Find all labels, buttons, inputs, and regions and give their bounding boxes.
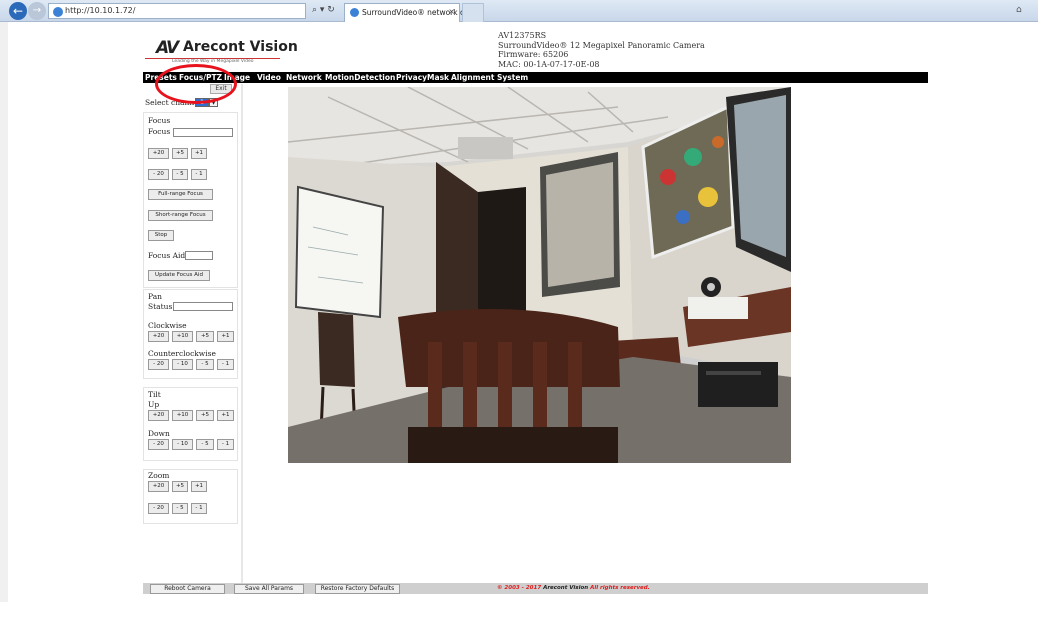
tagline: Leading the Way in Megapixel Video	[172, 59, 254, 64]
ie-icon	[53, 7, 63, 17]
browser-window: ← → http://10.10.1.72/ ⌕ ▾ ↻ SurroundVid…	[0, 0, 1038, 622]
tab-close-icon[interactable]: ×	[448, 7, 455, 16]
left-gutter	[0, 22, 8, 602]
focus-minus-20-button[interactable]: - 20	[148, 169, 169, 180]
focus-plus-1-button[interactable]: +1	[191, 148, 207, 159]
focus-plus-20-button[interactable]: +20	[148, 148, 169, 159]
camera-product: SurroundVideo® 12 Megapixel Panoramic Ca…	[498, 40, 705, 50]
zoom-minus-1-button[interactable]: - 1	[191, 503, 207, 514]
focus-group	[143, 112, 238, 288]
camera-info: AV12375RS SurroundVideo® 12 Megapixel Pa…	[498, 31, 705, 69]
copyright-text: © 2003 - 2017 Arecont Vision All rights …	[497, 585, 650, 591]
tilt-down-label: Down	[148, 429, 170, 438]
focus-input[interactable]	[173, 128, 233, 137]
zoom-minus-5-button[interactable]: - 5	[172, 503, 188, 514]
browser-tab[interactable]: SurroundVideo® network c... ×	[344, 3, 471, 22]
bottom-strip	[0, 602, 1038, 622]
focus-aid-label: Focus Aid:	[148, 251, 188, 260]
arecont-logo: AV Arecont Vision	[156, 36, 298, 58]
clockwise-label: Clockwise	[148, 321, 187, 330]
tab-favicon-icon	[350, 8, 359, 17]
zoom-title: Zoom	[148, 471, 170, 480]
home-icon[interactable]: ⌂	[1016, 5, 1026, 15]
zoom-plus-5-button[interactable]: +5	[172, 481, 188, 492]
menu-video[interactable]: Video	[257, 73, 281, 82]
camera-model: AV12375RS	[498, 31, 547, 40]
highlight-circle	[155, 64, 237, 104]
tilt-up-plus-1-button[interactable]: +1	[217, 410, 234, 421]
new-tab-button[interactable]	[462, 3, 484, 22]
focus-title: Focus	[148, 116, 171, 125]
back-arrow-icon[interactable]: ←	[9, 2, 27, 20]
pan-cw-plus-1-button[interactable]: +1	[217, 331, 234, 342]
tilt-down-minus-5-button[interactable]: - 5	[196, 439, 214, 450]
tilt-up-plus-10-button[interactable]: +10	[172, 410, 193, 421]
menu-system[interactable]: System	[497, 73, 528, 82]
tilt-down-minus-10-button[interactable]: - 10	[172, 439, 193, 450]
pan-title: Pan	[148, 292, 163, 301]
focus-field-label: Focus :	[148, 127, 176, 136]
short-range-focus-button[interactable]: Short-range Focus	[148, 210, 213, 221]
camera-scene-image	[288, 87, 791, 463]
zoom-minus-20-button[interactable]: - 20	[148, 503, 169, 514]
focus-plus-5-button[interactable]: +5	[172, 148, 188, 159]
camera-mac: MAC: 00-1A-07-17-0E-08	[498, 59, 600, 69]
pan-ccw-minus-1-button[interactable]: - 1	[217, 359, 234, 370]
pan-ccw-minus-5-button[interactable]: - 5	[196, 359, 214, 370]
reboot-camera-button[interactable]: Reboot Camera	[150, 584, 225, 594]
menu-network[interactable]: Network	[286, 73, 322, 82]
tilt-up-label: Up	[148, 400, 160, 409]
focus-minus-5-button[interactable]: - 5	[172, 169, 188, 180]
live-video-view[interactable]	[288, 87, 791, 463]
pan-cw-plus-5-button[interactable]: +5	[196, 331, 214, 342]
sidebar-inner: Exit Select channel 1 ▼ Focus Focus : +2…	[143, 84, 239, 584]
counterclockwise-label: Counterclockwise	[148, 349, 216, 358]
forward-arrow-icon[interactable]: →	[28, 2, 46, 20]
restore-factory-defaults-button[interactable]: Restore Factory Defaults	[315, 584, 400, 594]
copyright-suffix: All rights reserved.	[588, 585, 650, 591]
ptz-sidebar: Exit Select channel 1 ▼ Focus Focus : +2…	[143, 84, 243, 584]
pan-cw-plus-20-button[interactable]: +20	[148, 331, 169, 342]
address-url: http://10.10.1.72/	[65, 6, 136, 15]
copyright-brand: Arecont Vision	[543, 585, 589, 591]
menu-privacy-mask[interactable]: PrivacyMask	[396, 73, 449, 82]
menu-alignment[interactable]: Alignment	[451, 73, 494, 82]
browser-toolbar: ← → http://10.10.1.72/ ⌕ ▾ ↻ SurroundVid…	[0, 0, 1038, 22]
zoom-plus-20-button[interactable]: +20	[148, 481, 169, 492]
tilt-down-minus-20-button[interactable]: - 20	[148, 439, 169, 450]
tilt-title: Tilt	[148, 390, 161, 399]
pan-cw-plus-10-button[interactable]: +10	[172, 331, 193, 342]
tilt-up-plus-20-button[interactable]: +20	[148, 410, 169, 421]
focus-stop-button[interactable]: Stop	[148, 230, 174, 241]
main-menu: Presets Focus/PTZ Image Video Network Mo…	[143, 72, 928, 83]
camera-firmware: Firmware: 65206	[498, 50, 569, 59]
address-bar[interactable]: http://10.10.1.72/	[48, 3, 306, 19]
zoom-plus-1-button[interactable]: +1	[191, 481, 207, 492]
focus-aid-input[interactable]	[185, 251, 213, 260]
logo-text: Arecont Vision	[183, 39, 298, 55]
pan-ccw-minus-10-button[interactable]: - 10	[172, 359, 193, 370]
pan-status-input[interactable]	[173, 302, 233, 311]
full-range-focus-button[interactable]: Full-range Focus	[148, 189, 213, 200]
tilt-up-plus-5-button[interactable]: +5	[196, 410, 214, 421]
save-all-params-button[interactable]: Save All Params	[234, 584, 304, 594]
tilt-down-minus-1-button[interactable]: - 1	[217, 439, 234, 450]
update-focus-aid-button[interactable]: Update Focus Aid	[148, 270, 210, 281]
copyright-prefix: © 2003 - 2017	[497, 585, 544, 591]
logo-mark-icon: AV	[156, 38, 179, 58]
search-refresh-icon[interactable]: ⌕ ▾ ↻	[312, 5, 335, 15]
menu-motion-detection[interactable]: MotionDetection	[325, 73, 395, 82]
pan-ccw-minus-20-button[interactable]: - 20	[148, 359, 169, 370]
focus-minus-1-button[interactable]: - 1	[191, 169, 207, 180]
